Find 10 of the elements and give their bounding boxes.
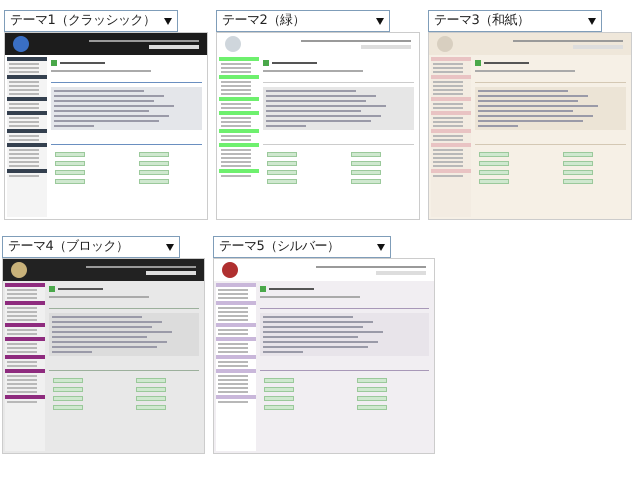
caret-icon xyxy=(164,18,172,24)
theme-select[interactable]: テーマ2（緑） xyxy=(216,10,390,32)
caret-icon xyxy=(377,244,385,250)
theme-select[interactable]: テーマ1（クラッシック） xyxy=(4,10,178,32)
theme-select[interactable]: テーマ4（ブロック） xyxy=(2,236,180,258)
caret-icon xyxy=(588,18,596,24)
caret-icon xyxy=(166,244,174,250)
caret-icon xyxy=(376,18,384,24)
theme-select[interactable]: テーマ5（シルバー） xyxy=(213,236,391,258)
theme-select[interactable]: テーマ3（和紙） xyxy=(428,10,602,32)
